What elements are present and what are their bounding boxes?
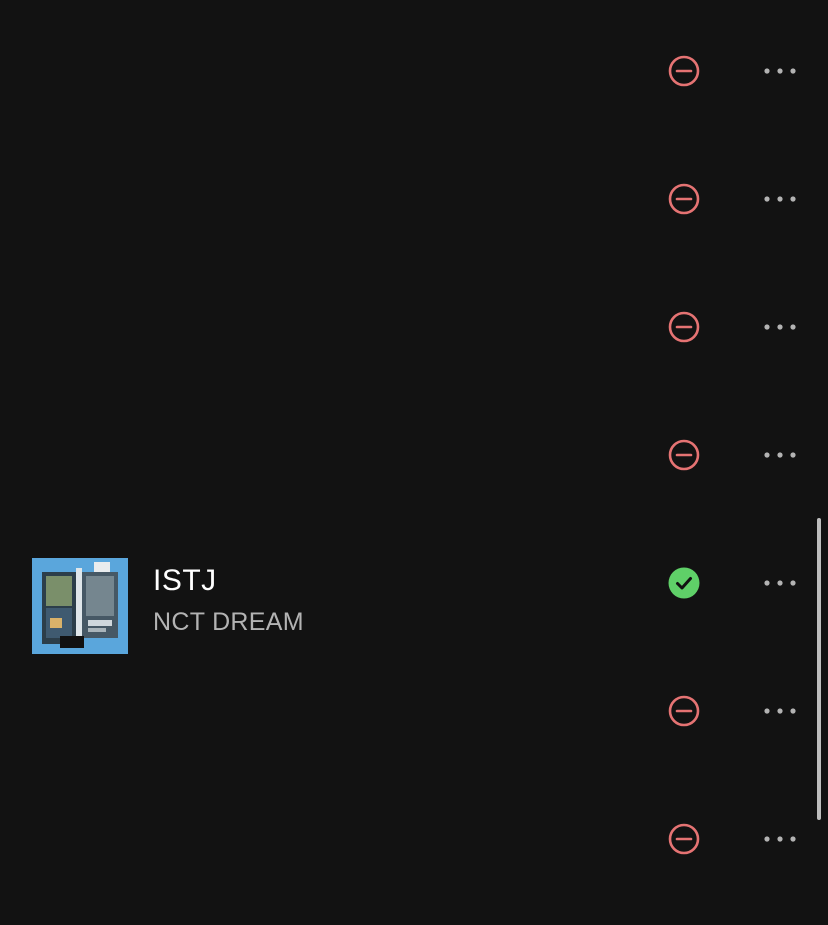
more-options-button[interactable] — [756, 701, 804, 721]
vertical-scrollbar[interactable] — [817, 518, 821, 820]
track-list: ISTJ NCT DREAM — [0, 0, 828, 925]
minus-circle-icon — [668, 55, 700, 87]
exclude-toggle-button[interactable] — [668, 823, 700, 855]
more-horizontal-icon — [764, 580, 796, 586]
more-options-button[interactable] — [756, 317, 804, 337]
track-title: ISTJ — [153, 564, 217, 597]
track-row[interactable] — [0, 135, 828, 263]
album-artwork — [32, 558, 128, 654]
more-options-button[interactable] — [756, 189, 804, 209]
exclude-toggle-button[interactable] — [668, 311, 700, 343]
more-options-button[interactable] — [756, 445, 804, 465]
included-toggle-button[interactable] — [668, 567, 700, 599]
track-row[interactable] — [0, 391, 828, 519]
track-row[interactable] — [0, 647, 828, 775]
exclude-toggle-button[interactable] — [668, 55, 700, 87]
track-artist: NCT DREAM — [153, 608, 304, 636]
check-circle-icon — [668, 567, 700, 599]
more-options-button[interactable] — [756, 61, 804, 81]
more-horizontal-icon — [764, 324, 796, 330]
minus-circle-icon — [668, 311, 700, 343]
minus-circle-icon — [668, 695, 700, 727]
exclude-toggle-button[interactable] — [668, 695, 700, 727]
exclude-toggle-button[interactable] — [668, 439, 700, 471]
more-horizontal-icon — [764, 452, 796, 458]
more-horizontal-icon — [764, 708, 796, 714]
minus-circle-icon — [668, 439, 700, 471]
track-row[interactable] — [0, 7, 828, 135]
more-horizontal-icon — [764, 836, 796, 842]
more-horizontal-icon — [764, 68, 796, 74]
minus-circle-icon — [668, 823, 700, 855]
track-row[interactable] — [0, 775, 828, 903]
track-row[interactable] — [0, 263, 828, 391]
minus-circle-icon — [668, 183, 700, 215]
track-row-istj[interactable]: ISTJ NCT DREAM — [0, 519, 828, 654]
more-options-button[interactable] — [756, 829, 804, 849]
more-horizontal-icon — [764, 196, 796, 202]
exclude-toggle-button[interactable] — [668, 183, 700, 215]
more-options-button[interactable] — [756, 573, 804, 593]
